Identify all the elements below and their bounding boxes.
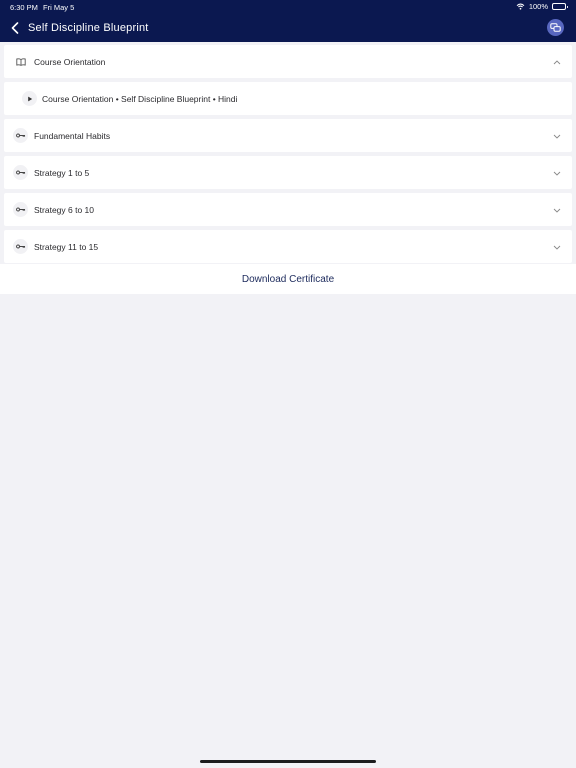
section-title: Strategy 6 to 10	[34, 205, 95, 215]
battery-percent: 100%	[528, 2, 548, 11]
status-date: Fri May 5	[43, 3, 75, 12]
chevron-down-icon	[552, 205, 562, 215]
status-bar: 6:30 PM Fri May 5 100%	[0, 0, 576, 14]
chevron-up-icon	[552, 57, 562, 67]
lesson-item[interactable]: Course Orientation • Self Discipline Blu…	[4, 82, 572, 115]
chat-button[interactable]	[547, 19, 564, 36]
section-title: Strategy 1 to 5	[34, 168, 90, 178]
chevron-left-icon	[11, 22, 19, 34]
lesson-title: Course Orientation • Self Discipline Blu…	[42, 94, 238, 104]
section-title: Strategy 11 to 15	[34, 242, 99, 252]
download-certificate-bar: Download Certificate	[0, 264, 576, 294]
status-time: 6:30 PM	[10, 3, 38, 12]
chat-icon	[550, 22, 561, 32]
back-button[interactable]	[7, 18, 23, 38]
section-strategy-6-10[interactable]: Strategy 6 to 10	[4, 193, 572, 226]
section-list: Course Orientation Course Orientation • …	[4, 45, 572, 267]
section-strategy-1-5[interactable]: Strategy 1 to 5	[4, 156, 572, 189]
status-right: 100%	[516, 2, 568, 11]
key-icon	[13, 128, 28, 143]
section-strategy-11-15[interactable]: Strategy 11 to 15	[4, 230, 572, 263]
download-certificate-button[interactable]: Download Certificate	[242, 274, 334, 285]
key-icon	[13, 165, 28, 180]
top-bar: 6:30 PM Fri May 5 100% Self Discipline B…	[0, 0, 576, 42]
chevron-down-icon	[552, 168, 562, 178]
chevron-down-icon	[552, 131, 562, 141]
section-title: Fundamental Habits	[34, 131, 111, 141]
key-icon	[13, 202, 28, 217]
play-icon	[22, 91, 37, 106]
battery-icon	[552, 3, 568, 10]
section-title: Course Orientation	[34, 57, 106, 67]
key-icon	[13, 239, 28, 254]
nav-bar: Self Discipline Blueprint	[0, 14, 576, 42]
section-fundamental-habits[interactable]: Fundamental Habits	[4, 119, 572, 152]
wifi-icon	[516, 3, 525, 10]
section-course-orientation[interactable]: Course Orientation	[4, 45, 572, 78]
page-title: Self Discipline Blueprint	[28, 22, 149, 34]
home-indicator	[200, 760, 376, 763]
chevron-down-icon	[552, 242, 562, 252]
book-icon	[13, 54, 28, 69]
